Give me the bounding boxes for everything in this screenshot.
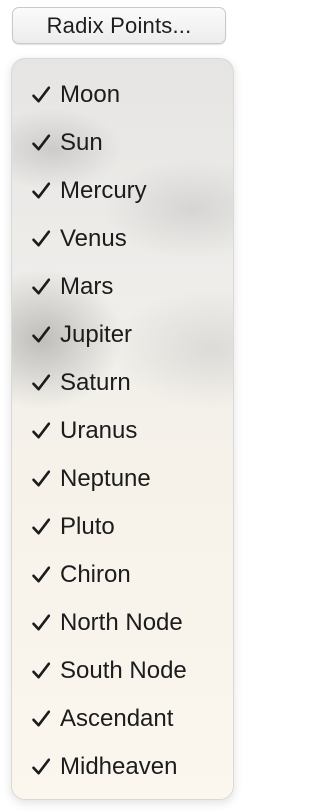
menu-item-label: Chiron [60, 561, 131, 588]
checkmark-icon [30, 468, 52, 490]
checkmark-icon [30, 228, 52, 250]
menu-item-label: Pluto [60, 513, 115, 540]
checkmark-icon [30, 756, 52, 778]
menu-item-label: Neptune [60, 465, 151, 492]
menu-item-label: Jupiter [60, 321, 133, 348]
menu-item-label: Midheaven [60, 753, 178, 780]
menu-item-label: Saturn [60, 369, 131, 396]
checkmark-icon [30, 372, 52, 394]
menu-item-label: Mercury [60, 177, 147, 204]
checkmark-icon [30, 84, 52, 106]
menu-item-neptune[interactable]: Neptune [12, 455, 233, 503]
menu-item-midheaven[interactable]: Midheaven [12, 743, 233, 791]
checkmark-icon [30, 420, 52, 442]
menu-item-label: Venus [60, 225, 127, 252]
menu-item-list: Moon Sun Mercury Venus Mars Jupiter Satu… [12, 71, 233, 791]
menu-item-sun[interactable]: Sun [12, 119, 233, 167]
menu-item-label: Mars [60, 273, 114, 300]
menu-item-label: Ascendant [60, 705, 174, 732]
menu-item-jupiter[interactable]: Jupiter [12, 311, 233, 359]
popup-stage: Radix Points... Moon Sun Mercury Venus M… [0, 0, 242, 812]
menu-item-ascendant[interactable]: Ascendant [12, 695, 233, 743]
menu-item-uranus[interactable]: Uranus [12, 407, 233, 455]
menu-item-venus[interactable]: Venus [12, 215, 233, 263]
menu-item-label: South Node [60, 657, 187, 684]
checkmark-icon [30, 564, 52, 586]
checkmark-icon [30, 612, 52, 634]
radix-points-button[interactable]: Radix Points... [12, 7, 226, 44]
menu-item-label: Sun [60, 129, 103, 156]
checkmark-icon [30, 708, 52, 730]
menu-item-pluto[interactable]: Pluto [12, 503, 233, 551]
checkmark-icon [30, 276, 52, 298]
checkmark-icon [30, 516, 52, 538]
menu-item-mercury[interactable]: Mercury [12, 167, 233, 215]
menu-item-saturn[interactable]: Saturn [12, 359, 233, 407]
menu-item-chiron[interactable]: Chiron [12, 551, 233, 599]
checkmark-icon [30, 660, 52, 682]
menu-item-mars[interactable]: Mars [12, 263, 233, 311]
checkmark-icon [30, 324, 52, 346]
menu-item-label: Uranus [60, 417, 138, 444]
menu-item-label: North Node [60, 609, 183, 636]
menu-item-north-node[interactable]: North Node [12, 599, 233, 647]
menu-item-south-node[interactable]: South Node [12, 647, 233, 695]
menu-item-label: Moon [60, 81, 121, 108]
checkmark-icon [30, 180, 52, 202]
menu-item-moon[interactable]: Moon [12, 71, 233, 119]
radix-points-menu: Moon Sun Mercury Venus Mars Jupiter Satu… [11, 58, 234, 800]
checkmark-icon [30, 132, 52, 154]
